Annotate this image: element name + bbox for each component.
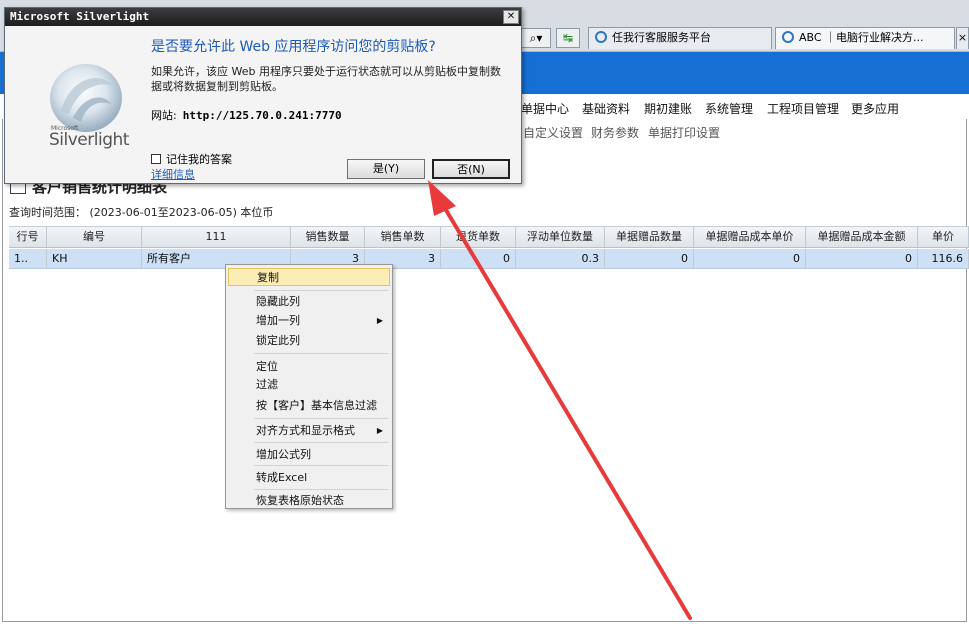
menu-item-opening[interactable]: 期初建账: [644, 100, 692, 117]
tab-label: 任我行客服服务平台: [612, 31, 711, 44]
col-header-return-orders[interactable]: 退货单数: [441, 227, 516, 247]
menu-item-lock-column[interactable]: 锁定此列: [228, 332, 390, 350]
browser-tab-abc[interactable]: ABC ｜电脑行业解决方...: [775, 27, 955, 49]
table-row[interactable]: 1.. KH 所有客户 3 3 0 0.3 0 0 0 116.6: [9, 249, 969, 269]
col-header-unit-price[interactable]: 单价: [918, 227, 969, 247]
dialog-title: Microsoft Silverlight: [10, 10, 150, 23]
col-header-float-unit-qty[interactable]: 浮动单位数量: [516, 227, 605, 247]
search-dropdown-button[interactable]: ⌕▾: [521, 28, 551, 48]
menu-item-restore-table[interactable]: 恢复表格原始状态: [228, 492, 390, 510]
submenu-finance-params[interactable]: 财务参数: [591, 124, 639, 141]
cell-row-no: 1..: [9, 249, 47, 268]
col-header-gift-cost-price[interactable]: 单据赠品成本单价: [694, 227, 806, 247]
menu-separator: [254, 489, 388, 490]
cell-gift-cost-amount: 0: [806, 249, 918, 268]
remember-answer-checkbox[interactable]: 记住我的答案: [151, 151, 232, 167]
dialog-question: 是否要允许此 Web 应用程序访问您的剪贴板?: [151, 39, 436, 55]
site-label: 网站:: [151, 109, 177, 122]
menu-item-hide-column[interactable]: 隐藏此列: [228, 293, 390, 311]
menu-separator: [254, 418, 388, 419]
menu-item-projects[interactable]: 工程项目管理: [767, 100, 839, 117]
col-header-row-no[interactable]: 行号: [9, 227, 47, 247]
col-header-sales-qty[interactable]: 销售数量: [291, 227, 365, 247]
dialog-description: 如果允许，该应 Web 用程序只要处于运行状态就可以从剪贴板中复制数据或将数据复…: [151, 65, 501, 93]
submenu-custom-settings[interactable]: 自定义设置: [523, 124, 583, 141]
submenu-arrow-icon: ▶: [376, 426, 383, 435]
browser-tab-close[interactable]: ×: [956, 27, 969, 49]
menu-item-filter-by-customer[interactable]: 按【客户】基本信息过滤: [228, 397, 390, 415]
cell-float-unit-qty: 0.3: [516, 249, 605, 268]
menu-item-copy[interactable]: 复制: [228, 268, 390, 286]
menu-item-label: 增加一列: [256, 314, 300, 327]
submenu-arrow-icon: ▶: [376, 316, 383, 325]
close-icon[interactable]: ✕: [503, 10, 519, 24]
remember-label: 记住我的答案: [166, 153, 232, 166]
clipboard-permission-dialog: Microsoft Silverlight ✕ Microsoft Silver…: [4, 7, 522, 184]
yes-button[interactable]: 是(Y): [347, 159, 425, 179]
site-url: http://125.70.0.241:7770: [182, 109, 342, 122]
browser-tab-service[interactable]: 任我行客服服务平台: [588, 27, 772, 49]
menu-separator: [254, 353, 388, 354]
dialog-body: Microsoft Silverlight 是否要允许此 Web 应用程序访问您…: [5, 26, 521, 183]
cell-code: KH: [47, 249, 142, 268]
menu-item-filter[interactable]: 过滤: [228, 376, 390, 394]
grid-header: 行号 编号 111 销售数量 销售单数 退货单数 浮动单位数量 单据赠品数量 单…: [9, 226, 969, 248]
query-range: 查询时间范围： (2023-06-01至2023-06-05) 本位币: [9, 206, 274, 219]
menu-item-add-formula-column[interactable]: 增加公式列: [228, 446, 390, 464]
cell-return-orders: 0: [441, 249, 516, 268]
menu-separator: [254, 290, 388, 291]
dialog-site: 网站: http://125.70.0.241:7770: [151, 107, 342, 123]
context-menu: 复制 隐藏此列 增加一列 ▶ 锁定此列 定位 过滤 按【客户】基本信息过滤 对齐方…: [225, 264, 393, 509]
menu-item-add-column[interactable]: 增加一列 ▶: [228, 312, 390, 330]
menu-item-alignment-format[interactable]: 对齐方式和显示格式 ▶: [228, 422, 390, 440]
menu-item-basic-data[interactable]: 基础资料: [582, 100, 630, 117]
tab-label: ABC ｜电脑行业解决方...: [799, 31, 924, 44]
menu-item-system[interactable]: 系统管理: [705, 100, 753, 117]
menu-separator: [254, 442, 388, 443]
ie-icon: [595, 31, 607, 43]
cell-gift-cost-price: 0: [694, 249, 806, 268]
menu-item-more-apps[interactable]: 更多应用: [851, 100, 899, 117]
details-link[interactable]: 详细信息: [151, 166, 195, 182]
logo-silverlight-text: Silverlight: [49, 130, 129, 150]
col-header-gift-qty[interactable]: 单据赠品数量: [605, 227, 694, 247]
menu-item-export-excel[interactable]: 转成Excel: [228, 469, 390, 487]
submenu-print-settings[interactable]: 单据打印设置: [648, 124, 720, 141]
col-header-sales-orders[interactable]: 销售单数: [365, 227, 441, 247]
cell-gift-qty: 0: [605, 249, 694, 268]
menu-item-locate[interactable]: 定位: [228, 358, 390, 376]
ie-icon: [782, 31, 794, 43]
no-button[interactable]: 否(N): [432, 159, 510, 179]
menu-item-documents[interactable]: 单据中心: [521, 100, 569, 117]
refresh-button[interactable]: ↹: [556, 28, 580, 48]
cell-unit-price: 116.6: [918, 249, 969, 268]
menu-separator: [254, 465, 388, 466]
col-header-gift-cost-amount[interactable]: 单据赠品成本金额: [806, 227, 918, 247]
menu-item-label: 对齐方式和显示格式: [256, 424, 355, 437]
col-header-111[interactable]: 111: [142, 227, 291, 247]
checkbox-icon[interactable]: [151, 154, 161, 164]
col-header-code[interactable]: 编号: [47, 227, 142, 247]
dialog-titlebar: Microsoft Silverlight ✕: [5, 8, 521, 26]
